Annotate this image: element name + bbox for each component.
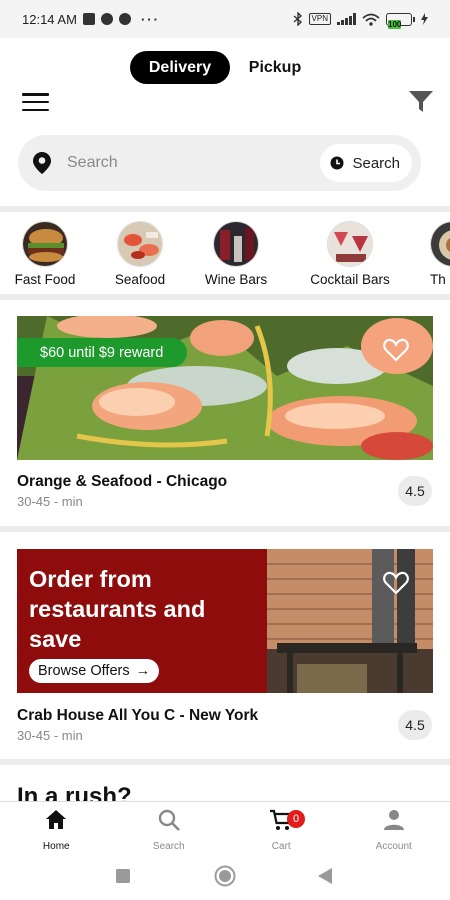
back-icon[interactable] [318,868,332,884]
restaurant-name[interactable]: Orange & Seafood - Chicago [17,473,227,491]
category-label: Th [430,272,446,287]
divider [0,294,450,300]
promo-title: Order from restaurants and save [29,566,206,652]
wine-bar-photo [213,221,259,267]
burger-photo [22,221,68,267]
charging-icon [421,13,428,25]
status-left: 12:14 AM ··· [22,12,160,27]
filter-icon[interactable] [409,91,433,113]
favorite-heart-icon[interactable] [383,338,409,362]
delivery-pickup-toggle: Delivery Pickup [130,51,320,84]
delivery-time: 30-45 - min [17,494,83,509]
account-icon [383,810,404,830]
nav-label: Home [42,841,70,852]
divider [0,206,450,212]
restaurant-card-image[interactable]: $60 until $9 reward [17,316,433,460]
status-bar: 12:14 AM ··· VPN 100 [0,0,450,38]
rating-badge: 4.5 [398,710,432,740]
battery-level: 100 [388,19,402,29]
category-label: Seafood [114,272,166,287]
nav-home[interactable]: Home [0,802,113,853]
category-partial[interactable]: Th [430,221,450,287]
category-carousel[interactable]: Fast Food Seafood Wine Bars Cocktail Bar… [0,213,450,293]
system-nav-bar [0,853,450,900]
category-seafood[interactable]: Seafood [108,221,172,287]
arrow-right-icon: → [135,663,151,679]
recent-apps-icon[interactable] [116,869,130,883]
browse-offers-label: Browse Offers [38,663,130,679]
status-right: VPN 100 [293,12,428,29]
delivery-tab[interactable]: Delivery [130,51,230,84]
search-input[interactable]: Search [67,154,320,172]
category-label: Cocktail Bars [310,272,390,287]
notification-icon [82,13,95,25]
schedule-button-label: Search [352,154,400,172]
seafood-photo [117,221,163,267]
app-notification-icon-2 [118,13,131,25]
nav-label: Cart [271,841,291,852]
browse-offers-button[interactable]: Browse Offers → [29,659,160,683]
app-notification-icon [100,13,113,25]
home-system-icon[interactable] [214,865,236,887]
nav-account[interactable]: Account [338,802,450,853]
wifi-icon [362,13,380,26]
reward-badge: $60 until $9 reward [17,338,188,367]
rating-badge: 4.5 [398,476,432,506]
category-fast-food[interactable]: Fast Food [9,221,81,287]
vpn-badge: VPN [308,13,331,25]
promo-card-image[interactable]: Order from restaurants and save Browse O… [17,549,433,693]
hamburger-menu-icon[interactable] [22,93,49,111]
restaurant-name[interactable]: Crab House All You C - New York [17,707,258,725]
nav-search[interactable]: Search [113,802,226,853]
nav-label: Account [375,841,412,852]
nav-cart[interactable]: 0 Cart [225,802,338,853]
category-cocktail-bars[interactable]: Cocktail Bars [303,221,397,287]
divider [0,759,450,765]
divider [0,526,450,532]
clock-icon [330,156,344,170]
bottom-nav: Home Search 0 Cart Account [0,801,450,853]
nav-label: Search [152,841,185,852]
search-bar: Search Search [18,135,421,191]
schedule-button[interactable]: Search [320,144,412,182]
category-label: Wine Bars [204,272,268,287]
delivery-time: 30-45 - min [17,728,83,743]
bluetooth-icon [293,12,302,26]
status-time: 12:14 AM [22,11,77,27]
signal-icon [337,13,356,25]
category-wine-bars[interactable]: Wine Bars [200,221,272,287]
promo-banner: Order from restaurants and save Browse O… [17,549,267,693]
category-label: Fast Food [14,272,76,287]
location-pin-icon[interactable] [33,152,51,174]
cocktail-photo [327,221,373,267]
home-icon [46,810,67,829]
more-notifications-icon: ··· [140,11,160,27]
cart-count-badge: 0 [287,810,305,828]
pickup-tab[interactable]: Pickup [230,51,320,84]
food-photo [430,221,450,267]
search-icon [158,809,180,831]
favorite-heart-icon[interactable] [383,571,409,595]
battery-icon: 100 [386,12,415,29]
